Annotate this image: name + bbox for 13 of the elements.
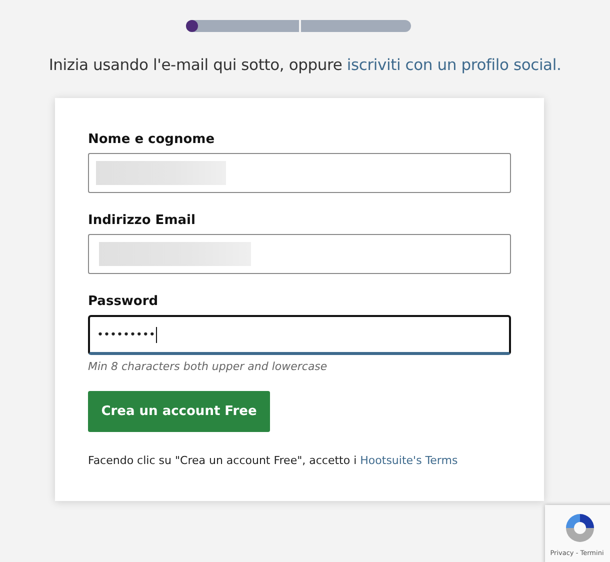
field-hint: Min 8 characters both upper and lowercase	[88, 360, 328, 373]
social-signup-link[interactable]: iscriviti con un profilo social.	[346, 56, 562, 74]
input-field[interactable]: •••••••••	[88, 315, 511, 355]
field-label: Indirizzo Email	[88, 213, 196, 228]
terms-link[interactable]: Hootsuite's Terms	[360, 454, 458, 467]
input-field[interactable]	[88, 153, 511, 193]
recaptcha-icon	[563, 511, 597, 545]
terms-text: Facendo clic su "Crea un account Free", accetto i Hootsuite's Terms	[88, 454, 459, 467]
input-field[interactable]	[88, 234, 511, 274]
intro-text: Inizia usando l'e-mail qui sotto, oppure iscriviti con un profilo social.	[48, 56, 562, 74]
field-label: Nome e cognome	[88, 132, 216, 147]
create-account-button[interactable]: Crea un account Free	[88, 391, 270, 432]
field-label: Password	[88, 294, 160, 309]
